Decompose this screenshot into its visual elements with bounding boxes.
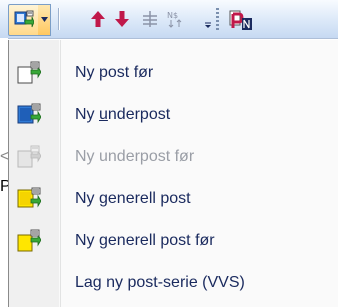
menu-item-label: Ny underpost før xyxy=(75,148,195,165)
menu-item-label: Lag ny post-serie (VVS) xyxy=(75,274,245,291)
new-post-dropdown-button[interactable] xyxy=(38,4,51,36)
menu-item-new-general-post-before[interactable]: Ny generell post før xyxy=(9,220,338,262)
background-window-edge xyxy=(0,38,8,307)
chevron-down-icon xyxy=(41,17,48,22)
move-down-button[interactable] xyxy=(110,6,134,32)
toolbar-separator xyxy=(58,8,60,30)
menu-item-label: Ny underpost xyxy=(75,106,171,123)
new-post-menu: Ny post før Ny underpost Ny underpost fø… xyxy=(8,40,338,307)
background-window-glyph: P xyxy=(0,178,8,195)
new-post-before-icon xyxy=(17,61,41,84)
toolbar-options-button[interactable] xyxy=(200,6,214,32)
menu-item-new-post-before[interactable]: Ny post før xyxy=(9,52,338,94)
toolbar: N$ xyxy=(0,0,338,39)
new-post-icon xyxy=(14,10,34,28)
toolbar-options-icon xyxy=(205,22,211,28)
menu-item-new-subpost-before[interactable]: Ny underpost før xyxy=(9,136,338,178)
new-post-button[interactable] xyxy=(8,4,40,36)
new-general-post-icon xyxy=(17,187,41,208)
menu-item-label: Ny generell post xyxy=(75,190,191,207)
arrow-up-icon xyxy=(91,11,105,27)
menu-item-create-post-series[interactable]: Lag ny post-serie (VVS) xyxy=(9,262,338,304)
move-up-button[interactable] xyxy=(86,6,110,32)
toolbar-grip[interactable] xyxy=(216,8,219,30)
indent-button[interactable] xyxy=(138,6,162,32)
print-preview-icon xyxy=(229,10,252,30)
renumber-icon: N$ xyxy=(167,11,182,28)
renumber-button[interactable]: N$ xyxy=(164,6,188,32)
svg-text:N$: N$ xyxy=(167,11,178,20)
menu-item-label: Ny post før xyxy=(75,64,154,81)
new-subpost-before-icon xyxy=(17,145,41,168)
new-subpost-icon xyxy=(17,103,41,124)
indent-icon xyxy=(143,11,157,27)
new-general-post-before-icon xyxy=(17,229,41,252)
print-preview-button[interactable] xyxy=(226,6,256,32)
arrow-down-icon xyxy=(115,11,129,27)
menu-item-new-general-post[interactable]: Ny generell post xyxy=(9,178,338,220)
background-window-glyph: < xyxy=(0,148,8,165)
menu-item-new-subpost[interactable]: Ny underpost xyxy=(9,94,338,136)
menu-item-label: Ny generell post før xyxy=(75,232,215,249)
